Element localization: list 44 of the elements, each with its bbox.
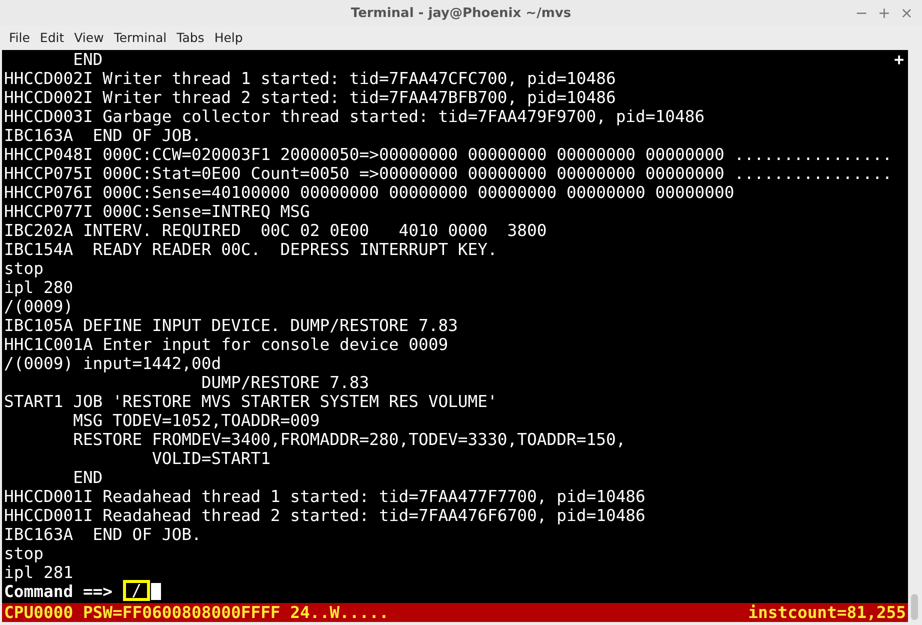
terminal-line: HHCCP075I 000C:Stat=0E00 Count=0050 =>00000000 00000000 00000000 00000000 ................ <box>4 164 892 183</box>
terminal-line: HHCCD003I Garbage collector thread started: tid=7FAA479F9700, pid=10486 <box>4 107 705 126</box>
window-title: Terminal - jay@Phoenix ~/mvs <box>350 6 572 20</box>
terminal-line: ipl 280 <box>4 278 74 297</box>
terminal-line: HHCCD001I Readahead thread 1 started: tid=7FAA477F7700, pid=10486 <box>4 487 646 506</box>
instruction-count: instcount=81,255 <box>748 603 906 622</box>
terminal-line: VOLID=START1 <box>151 449 270 468</box>
terminal-line: HHC1C001A Enter input for console device 0009 <box>4 335 448 354</box>
window-control[interactable]: − <box>852 4 871 22</box>
terminal-line: MSG TODEV=1052,TOADDR=009 <box>72 411 320 430</box>
tab-mark: + <box>894 50 904 69</box>
scroll-thumb[interactable] <box>911 594 918 620</box>
terminal-line: DUMP/RESTORE 7.83 <box>200 373 370 392</box>
terminal-line: END <box>72 50 103 69</box>
terminal-line: /(0009) input=1442,00d <box>4 354 222 373</box>
terminal-line: HHCCP048I 000C:CCW=020003F1 20000050=>00000000 00000000 00000000 00000000 ................ <box>4 145 892 164</box>
text-cursor <box>151 583 162 600</box>
terminal-line: IBC105A DEFINE INPUT DEVICE. DUMP/RESTORE 7.83 <box>4 316 458 335</box>
terminal-line: HHCCD001I Readahead thread 2 started: tid=7FAA476F6700, pid=10486 <box>4 506 646 525</box>
menu-item[interactable]: Help <box>209 30 248 44</box>
menu-item[interactable]: View <box>69 30 109 44</box>
menu-item[interactable]: File <box>4 30 35 44</box>
terminal-line: START1 JOB 'RESTORE MVS STARTER SYSTEM RES VOLUME' <box>4 392 498 411</box>
terminal-line: HHCCD002I Writer thread 1 started: tid=7FAA47CFC700, pid=10486 <box>4 69 616 88</box>
menu-item[interactable]: Tabs <box>172 30 210 44</box>
terminal-line: HHCCP077I 000C:Sense=INTREQ MSG <box>4 202 310 221</box>
menu-item[interactable]: Edit <box>34 30 70 44</box>
window-control[interactable]: × <box>897 4 916 22</box>
terminal-line: stop <box>4 259 44 278</box>
terminal-line: IBC163A END OF JOB. <box>4 525 202 544</box>
menu-item[interactable]: Terminal <box>108 30 172 44</box>
window-control[interactable]: + <box>874 4 894 22</box>
terminal-line: HHCCP076I 000C:Sense=40100000 00000000 00000000 00000000 00000000 00000000 <box>4 183 734 202</box>
terminal-line: RESTORE FROMDEV=3400,FROMADDR=280,TODEV=3330,TOADDR=150, <box>72 430 626 449</box>
terminal-line: IBC163A END OF JOB. <box>4 126 202 145</box>
terminal-line: /(0009) <box>4 297 74 316</box>
terminal-line: stop <box>4 544 44 563</box>
status-text: CPU0000 PSW=FF0600808000FFFF 24..W..... <box>4 603 389 622</box>
command-prompt: Command ==> <box>4 582 113 601</box>
terminal-line: IBC202A INTERV. REQUIRED 00C 02 0E00 4010 0000 3800 <box>4 221 547 240</box>
terminal-line: IBC154A READY READER 00C. DEPRESS INTERRUPT KEY. <box>4 240 498 259</box>
terminal-line: ipl 281 <box>4 563 74 582</box>
terminal-line: END <box>72 468 103 487</box>
terminal-line: HHCCD002I Writer thread 2 started: tid=7FAA47BFB700, pid=10486 <box>4 88 616 107</box>
